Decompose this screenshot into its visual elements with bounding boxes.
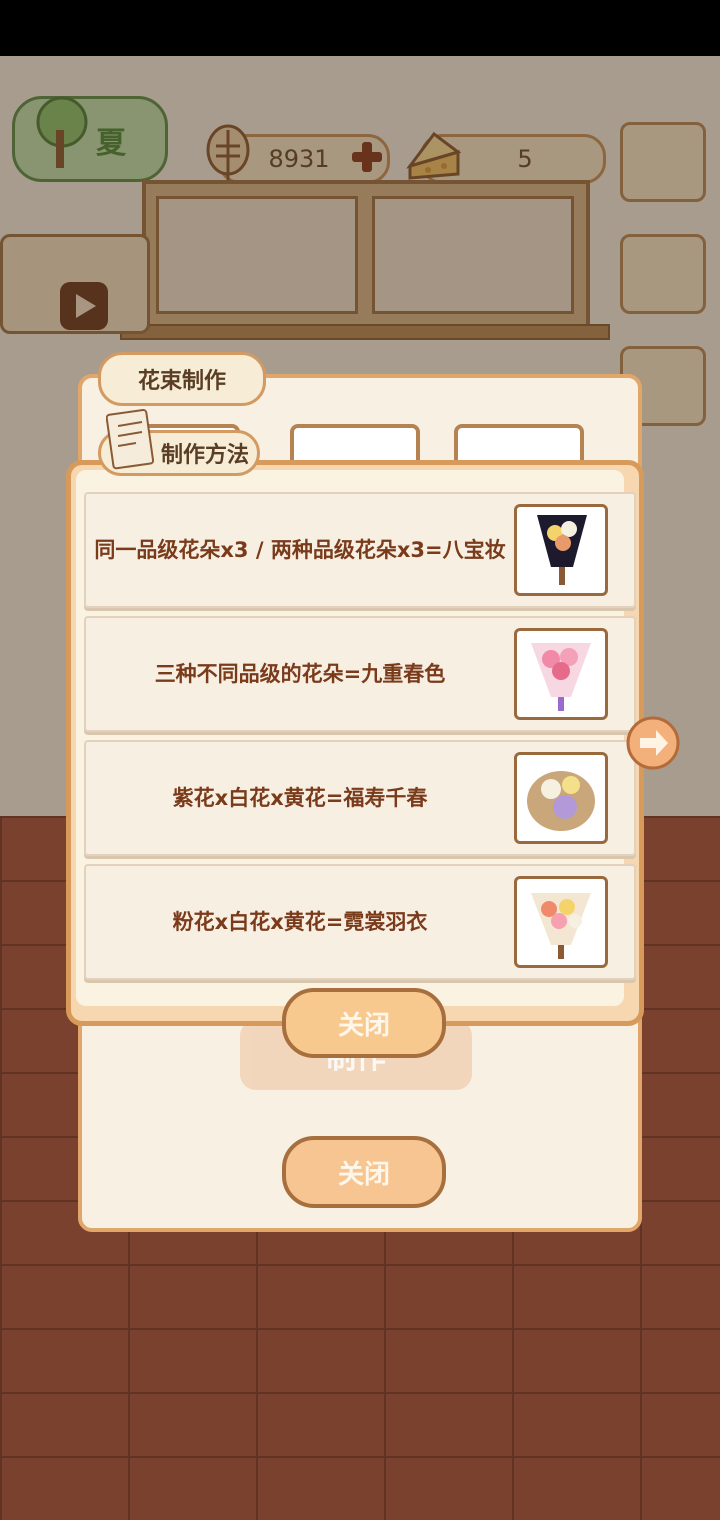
pink-bouquet-icon bbox=[514, 628, 608, 720]
close-making-button[interactable]: 关闭 bbox=[282, 1136, 446, 1208]
recipe-text: 同一品级花朵x3 / 两种品级花朵x3=八宝妆 bbox=[94, 538, 506, 562]
next-page-arrow-icon[interactable] bbox=[626, 716, 680, 770]
recipe-card[interactable]: 紫花x白花x黄花=福寿千春 bbox=[84, 740, 636, 856]
recipe-card[interactable]: 粉花x白花x黄花=霓裳羽衣 bbox=[84, 864, 636, 980]
mixed-bouquet-icon bbox=[514, 876, 608, 968]
recipe-note-icon bbox=[106, 409, 155, 470]
recipe-card[interactable]: 三种不同品级的花朵=九重春色 bbox=[84, 616, 636, 732]
recipe-card[interactable]: 同一品级花朵x3 / 两种品级花朵x3=八宝妆 bbox=[84, 492, 636, 608]
dark-bouquet-icon bbox=[514, 504, 608, 596]
game-scene: 夏 8931 5 花束制作 制作 关闭 制作方法 同一品级花朵x3 / 两种品级… bbox=[0, 56, 720, 1520]
bouquet-making-tab: 花束制作 bbox=[98, 352, 266, 406]
status-bar bbox=[0, 0, 720, 56]
recipe-text: 紫花x白花x黄花=福寿千春 bbox=[172, 786, 428, 810]
basket-bouquet-icon bbox=[514, 752, 608, 844]
close-recipes-button[interactable]: 关闭 bbox=[282, 988, 446, 1058]
recipe-text: 粉花x白花x黄花=霓裳羽衣 bbox=[172, 910, 428, 934]
recipe-text: 三种不同品级的花朵=九重春色 bbox=[154, 662, 446, 686]
